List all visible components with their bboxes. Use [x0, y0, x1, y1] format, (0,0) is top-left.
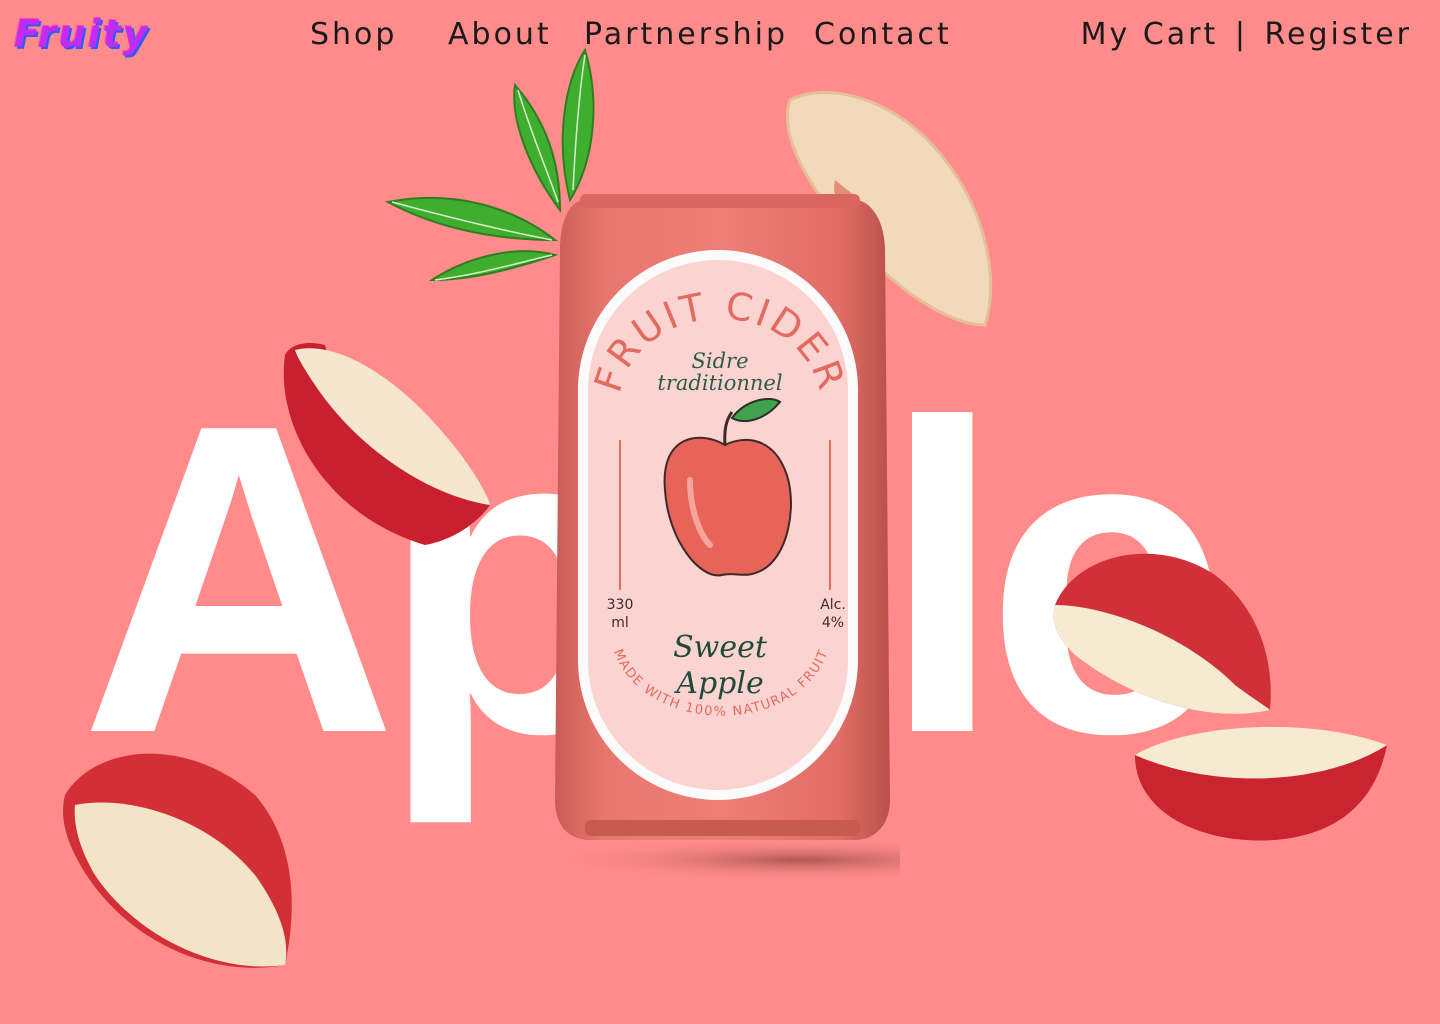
- can-graphic: MADE WITH 100% NATURAL FRUIT FRUIT CIDER: [540, 194, 900, 880]
- apple-slice-left-middle: [283, 343, 490, 545]
- apple-slice-bottom-left: [63, 753, 292, 968]
- apple-slice-right-middle: [1053, 553, 1271, 714]
- account-links: My Cart | Register: [1081, 16, 1412, 54]
- can-subtitle-line2: traditionnel: [657, 371, 783, 395]
- can-flavor-line2: Apple: [676, 666, 764, 701]
- my-cart-link[interactable]: My Cart: [1081, 17, 1219, 52]
- nav-link-about[interactable]: About: [448, 16, 552, 54]
- apple-slice-right-bottom: [1135, 726, 1387, 841]
- nav-separator: |: [1234, 17, 1248, 52]
- nav-link-shop[interactable]: Shop: [310, 16, 397, 54]
- can-subtitle-line1: Sidre: [691, 349, 749, 373]
- can-flavor-line1: Sweet: [673, 630, 767, 665]
- can-subtitle: Sidre traditionnel: [540, 350, 900, 394]
- can-alcohol-label: Alc.: [820, 597, 846, 613]
- nav-link-partnership[interactable]: Partnership: [584, 16, 788, 54]
- nav-link-contact[interactable]: Contact: [814, 16, 952, 54]
- top-navigation: Fruity Shop About Partnership Contact My…: [0, 0, 1440, 70]
- can-flavor: Sweet Apple: [540, 630, 900, 702]
- can-volume: 330 ml: [598, 596, 642, 632]
- can-volume-value: 330: [606, 597, 634, 613]
- can-alcohol: Alc. 4%: [810, 596, 856, 632]
- cider-can: MADE WITH 100% NATURAL FRUIT FRUIT CIDER…: [540, 180, 900, 880]
- register-link[interactable]: Register: [1264, 17, 1412, 52]
- brand-logo[interactable]: Fruity: [14, 12, 150, 56]
